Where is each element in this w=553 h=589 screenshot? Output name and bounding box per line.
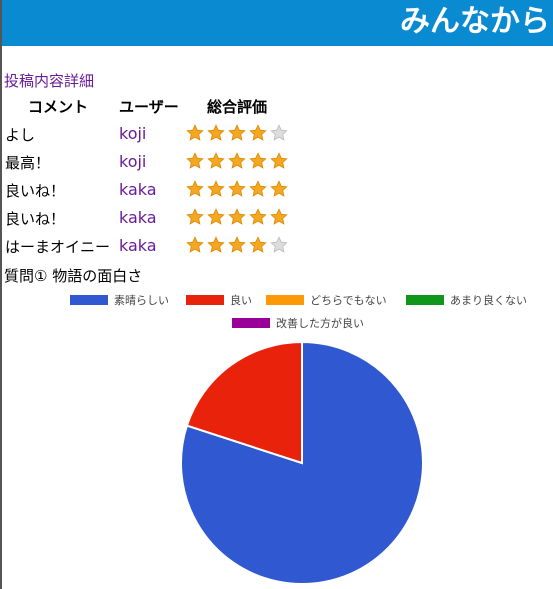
pie-chart — [180, 340, 424, 585]
